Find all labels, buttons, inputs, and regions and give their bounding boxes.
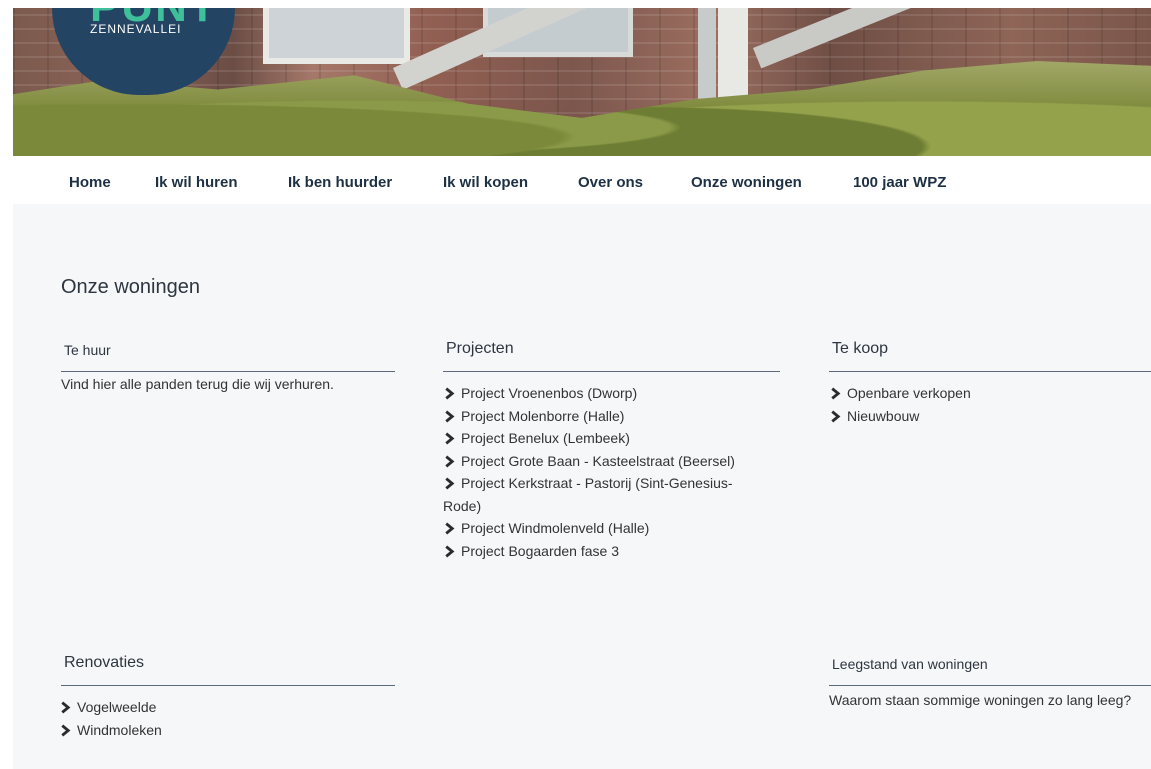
nav-item-ik-ben-huurder[interactable]: Ik ben huurder [288,174,392,191]
nav-item-100-jaar-wpz[interactable]: 100 jaar WPZ [853,174,946,191]
page-title: Onze woningen [61,276,200,298]
chevron-right-icon [445,387,455,400]
section-title-text: Te huur [64,342,111,358]
te-koop-link-nieuwbouw[interactable]: Nieuwbouw [847,408,919,424]
banner-window [263,8,410,64]
project-link-kerkstraat[interactable]: Project Kerkstraat - Pastorij (Sint-Gene… [443,475,733,514]
list-item: Project Grote Baan - Kasteelstraat (Beer… [443,450,743,473]
section-title-te-huur[interactable]: Te huur [61,342,395,372]
nav-item-over-ons[interactable]: Over ons [578,174,643,191]
chevron-right-icon [831,410,841,422]
list-item: Project Benelux (Lembeek) [443,427,743,450]
nav-item-home[interactable]: Home [69,174,111,191]
renovaties-list: Vogelweelde Windmoleken [59,696,359,741]
section-title-renovaties[interactable]: Renovaties [61,654,395,686]
list-item: Openbare verkopen [829,382,1129,405]
te-koop-link-openbare-verkopen[interactable]: Openbare verkopen [847,385,971,401]
list-item: Project Kerkstraat - Pastorij (Sint-Gene… [443,472,743,517]
chevron-right-icon [445,522,455,535]
section-title-te-koop[interactable]: Te koop [829,340,1151,372]
nav-item-ik-wil-huren[interactable]: Ik wil huren [155,174,238,191]
section-title-leegstand[interactable]: Leegstand van woningen [829,656,1151,686]
chevron-right-icon [445,410,455,422]
list-item: Nieuwbouw [829,405,1129,428]
section-title-text: Projecten [446,340,514,357]
leegstand-description: Waarom staan sommige woningen zo lang le… [829,692,1132,708]
te-huur-description: Vind hier alle panden terug die wij verh… [61,376,334,392]
chevron-right-icon [445,432,455,445]
list-item: Project Bogaarden fase 3 [443,540,743,563]
project-link-grote-baan[interactable]: Project Grote Baan - Kasteelstraat (Beer… [461,453,735,469]
project-link-benelux[interactable]: Project Benelux (Lembeek) [461,430,630,446]
renovatie-link-vogelweelde[interactable]: Vogelweelde [77,699,156,715]
chevron-right-icon [61,701,71,714]
logo-subtext: ZENNEVALLEI [90,22,182,36]
nav-item-ik-wil-kopen[interactable]: Ik wil kopen [443,174,528,191]
renovatie-link-windmoleken[interactable]: Windmoleken [77,722,162,738]
project-link-vroenenbos[interactable]: Project Vroenenbos (Dworp) [461,385,637,401]
list-item: Windmoleken [59,719,359,742]
section-title-text: Te koop [832,340,889,357]
te-koop-list: Openbare verkopen Nieuwbouw [829,382,1129,427]
main-navigation: Home Ik wil huren Ik ben huurder Ik wil … [0,160,1151,204]
chevron-right-icon [61,724,71,736]
section-title-text: Leegstand van woningen [832,656,988,672]
list-item: Project Windmolenveld (Halle) [443,517,743,540]
section-title-projecten[interactable]: Projecten [443,340,780,372]
project-link-windmolenveld[interactable]: Project Windmolenveld (Halle) [461,520,649,536]
project-link-bogaarden[interactable]: Project Bogaarden fase 3 [461,543,619,559]
list-item: Vogelweelde [59,696,359,719]
chevron-right-icon [445,477,455,490]
list-item: Project Molenborre (Halle) [443,405,743,428]
chevron-right-icon [445,545,455,557]
list-item: Project Vroenenbos (Dworp) [443,382,743,405]
nav-item-onze-woningen[interactable]: Onze woningen [691,174,802,191]
project-link-molenborre[interactable]: Project Molenborre (Halle) [461,408,624,424]
chevron-right-icon [445,455,455,467]
section-title-text: Renovaties [64,654,145,671]
chevron-right-icon [831,387,841,400]
projecten-list: Project Vroenenbos (Dworp) Project Molen… [443,382,743,562]
